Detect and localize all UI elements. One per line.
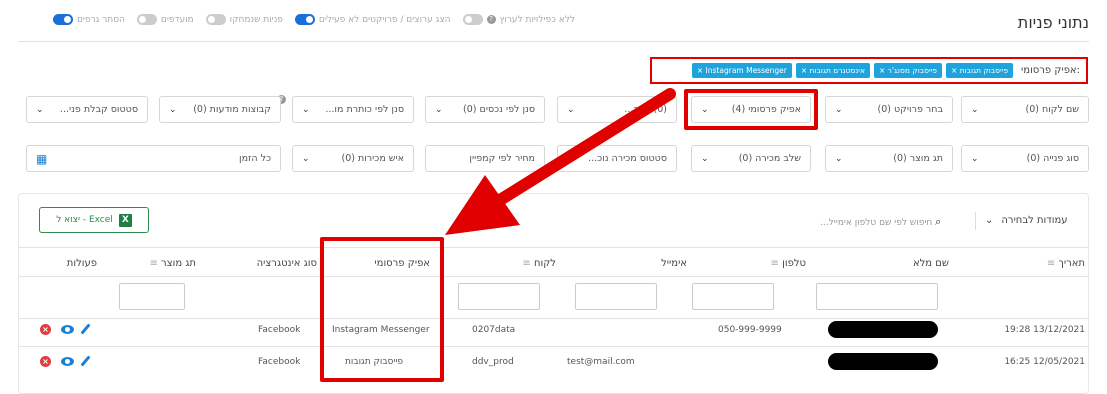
annotation-arrow-icon: [445, 88, 676, 235]
